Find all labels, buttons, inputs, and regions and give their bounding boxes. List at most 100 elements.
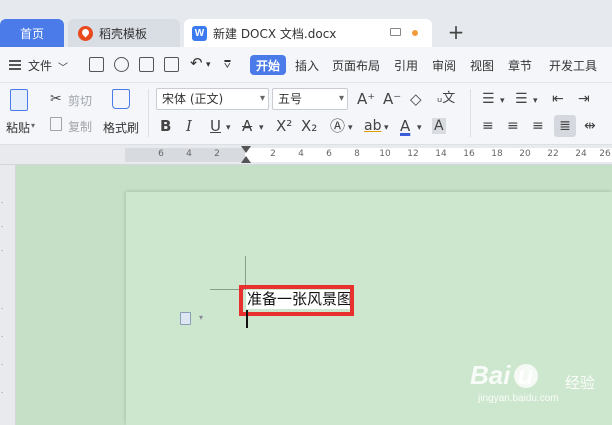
menu-bar: 文件 ﹀ ↶ ▾ ⩢ 开始 插入 页面布局 引用 审阅 视图 章节 开发工具 bbox=[0, 47, 612, 83]
save-icon[interactable] bbox=[89, 57, 104, 72]
export-icon[interactable] bbox=[114, 57, 129, 72]
menu-developer-tools[interactable]: 开发工具 bbox=[549, 57, 597, 74]
ruler-tick: 16 bbox=[463, 149, 475, 159]
file-dropdown-chevron-icon[interactable]: ﹀ bbox=[58, 59, 68, 74]
hamburger-menu-icon[interactable] bbox=[9, 60, 21, 70]
ruler-tick: 8 bbox=[354, 149, 360, 159]
justify-icon[interactable]: ≣ bbox=[554, 115, 576, 137]
ruler-tick: 6 bbox=[326, 149, 332, 159]
ribbon-separator bbox=[470, 89, 471, 137]
format-painter-icon[interactable] bbox=[112, 89, 130, 109]
grow-font-icon[interactable]: A⁺ bbox=[357, 91, 375, 107]
undo-icon[interactable]: ↶ bbox=[190, 54, 203, 72]
text-effect-icon[interactable]: Ⓐ bbox=[330, 118, 345, 134]
font-color-icon[interactable]: A bbox=[400, 118, 410, 134]
strikethrough-icon[interactable]: A bbox=[242, 118, 252, 134]
annotation-highlight-box bbox=[239, 285, 354, 316]
paragraph-handle-dropdown-icon[interactable]: ▾ bbox=[199, 313, 203, 322]
paragraph-handle-icon[interactable] bbox=[180, 312, 191, 325]
cut-icon[interactable]: ✂ bbox=[50, 91, 62, 107]
copy-icon[interactable] bbox=[50, 117, 62, 131]
menu-view[interactable]: 视图 bbox=[470, 57, 494, 74]
cut-button-label[interactable]: 剪切 bbox=[68, 92, 92, 109]
vruler-tick: · bbox=[1, 199, 4, 207]
ruler-tick: 6 bbox=[158, 149, 164, 159]
menu-home-tab[interactable]: 开始 bbox=[250, 55, 286, 75]
ruler-tick: 4 bbox=[298, 149, 304, 159]
numbering-dropdown-icon[interactable]: ▾ bbox=[533, 93, 538, 109]
highlight-icon[interactable]: ab bbox=[364, 118, 381, 134]
tab-daoke-label: 稻壳模板 bbox=[99, 26, 148, 41]
tab-daoke-template[interactable]: 稻壳模板 bbox=[68, 19, 180, 47]
ruler-tick: 14 bbox=[435, 149, 447, 159]
menu-references[interactable]: 引用 bbox=[394, 57, 418, 74]
monitor-icon[interactable] bbox=[390, 28, 401, 36]
font-color-dropdown-icon[interactable]: ▾ bbox=[417, 120, 422, 136]
ruler-tick: 12 bbox=[407, 149, 419, 159]
first-line-indent-marker[interactable] bbox=[241, 146, 251, 153]
align-right-icon[interactable]: ≡ bbox=[532, 118, 544, 134]
tab-bar: 首页 稻壳模板 W 新建 DOCX 文档.docx + bbox=[0, 0, 612, 47]
align-left-icon[interactable]: ≡ bbox=[482, 118, 494, 134]
menu-page-layout[interactable]: 页面布局 bbox=[332, 57, 380, 74]
menu-review[interactable]: 审阅 bbox=[432, 57, 456, 74]
font-name-select[interactable]: 宋体 (正文) bbox=[156, 88, 269, 110]
highlight-dropdown-icon[interactable]: ▾ bbox=[384, 120, 389, 136]
ribbon-separator bbox=[148, 89, 149, 137]
ruler-tick: 10 bbox=[379, 149, 391, 159]
menu-insert[interactable]: 插入 bbox=[295, 57, 319, 74]
daoke-logo-icon bbox=[78, 25, 93, 41]
shrink-font-icon[interactable]: A⁻ bbox=[383, 91, 401, 107]
vruler-tick: · bbox=[1, 305, 4, 313]
vruler-tick: · bbox=[1, 333, 4, 341]
paste-icon[interactable] bbox=[10, 89, 28, 111]
menu-chapter[interactable]: 章节 bbox=[508, 57, 532, 74]
ruler-tick: 26 bbox=[599, 149, 611, 159]
bullets-icon[interactable]: ☰ bbox=[482, 91, 495, 107]
hanging-indent-marker[interactable] bbox=[241, 156, 251, 163]
distributed-align-icon[interactable]: ⇹ bbox=[584, 118, 596, 134]
subscript-icon[interactable]: X₂ bbox=[301, 118, 317, 134]
paste-dropdown-icon[interactable]: ▾ bbox=[31, 121, 35, 130]
tab-home[interactable]: 首页 bbox=[0, 19, 64, 47]
align-center-icon[interactable]: ≡ bbox=[507, 118, 519, 134]
bold-icon[interactable]: B bbox=[160, 118, 171, 134]
format-painter-label[interactable]: 格式刷 bbox=[103, 119, 139, 136]
new-tab-button[interactable]: + bbox=[446, 22, 466, 42]
document-page[interactable] bbox=[126, 192, 612, 425]
strikethrough-dropdown-icon[interactable]: ▾ bbox=[259, 120, 264, 136]
underline-icon[interactable]: U bbox=[210, 118, 221, 134]
ruler-margin bbox=[125, 148, 245, 162]
char-shading-icon[interactable]: A bbox=[432, 118, 446, 134]
copy-button-label[interactable]: 复制 bbox=[68, 118, 92, 135]
text-effect-dropdown-icon[interactable]: ▾ bbox=[348, 120, 353, 136]
vruler-tick: · bbox=[1, 247, 4, 255]
tab-home-label: 首页 bbox=[19, 26, 44, 41]
increase-indent-icon[interactable]: ⇥ bbox=[578, 91, 590, 107]
watermark-url: jingyan.baidu.com bbox=[478, 393, 559, 404]
vertical-ruler[interactable]: · · · · · · · bbox=[0, 165, 16, 425]
superscript-icon[interactable]: X² bbox=[276, 118, 292, 134]
more-commands-icon[interactable]: ⩢ bbox=[224, 58, 231, 72]
bullets-dropdown-icon[interactable]: ▾ bbox=[500, 93, 505, 109]
clear-format-icon[interactable]: ◇ bbox=[410, 91, 422, 107]
horizontal-ruler[interactable]: 6 4 2 2 4 6 8 10 12 14 16 18 20 22 24 26 bbox=[0, 145, 612, 165]
vruler-tick: · bbox=[1, 361, 4, 369]
paste-button-label[interactable]: 粘贴 bbox=[6, 119, 30, 136]
font-size-select[interactable]: 五号 bbox=[272, 88, 348, 110]
ruler-tick: 2 bbox=[214, 149, 220, 159]
phonetic-guide-icon[interactable]: ᵤ文 bbox=[437, 91, 455, 107]
underline-dropdown-icon[interactable]: ▾ bbox=[226, 120, 231, 136]
ribbon-toolbar: 粘贴 ▾ ✂ 剪切 复制 格式刷 宋体 (正文) 五号 A⁺ A⁻ ◇ ᵤ文 B… bbox=[0, 83, 612, 145]
undo-dropdown-icon[interactable]: ▾ bbox=[206, 60, 211, 70]
tab-document[interactable]: W 新建 DOCX 文档.docx bbox=[184, 19, 432, 47]
italic-icon[interactable]: I bbox=[186, 118, 192, 134]
print-icon[interactable] bbox=[139, 57, 154, 72]
word-doc-icon: W bbox=[192, 25, 207, 41]
ruler-tick: 18 bbox=[491, 149, 503, 159]
numbering-icon[interactable]: ☰ bbox=[515, 91, 528, 107]
print-preview-icon[interactable] bbox=[164, 57, 179, 72]
decrease-indent-icon[interactable]: ⇤ bbox=[552, 91, 564, 107]
menu-file[interactable]: 文件 bbox=[28, 57, 52, 74]
ruler-tick: 24 bbox=[575, 149, 587, 159]
